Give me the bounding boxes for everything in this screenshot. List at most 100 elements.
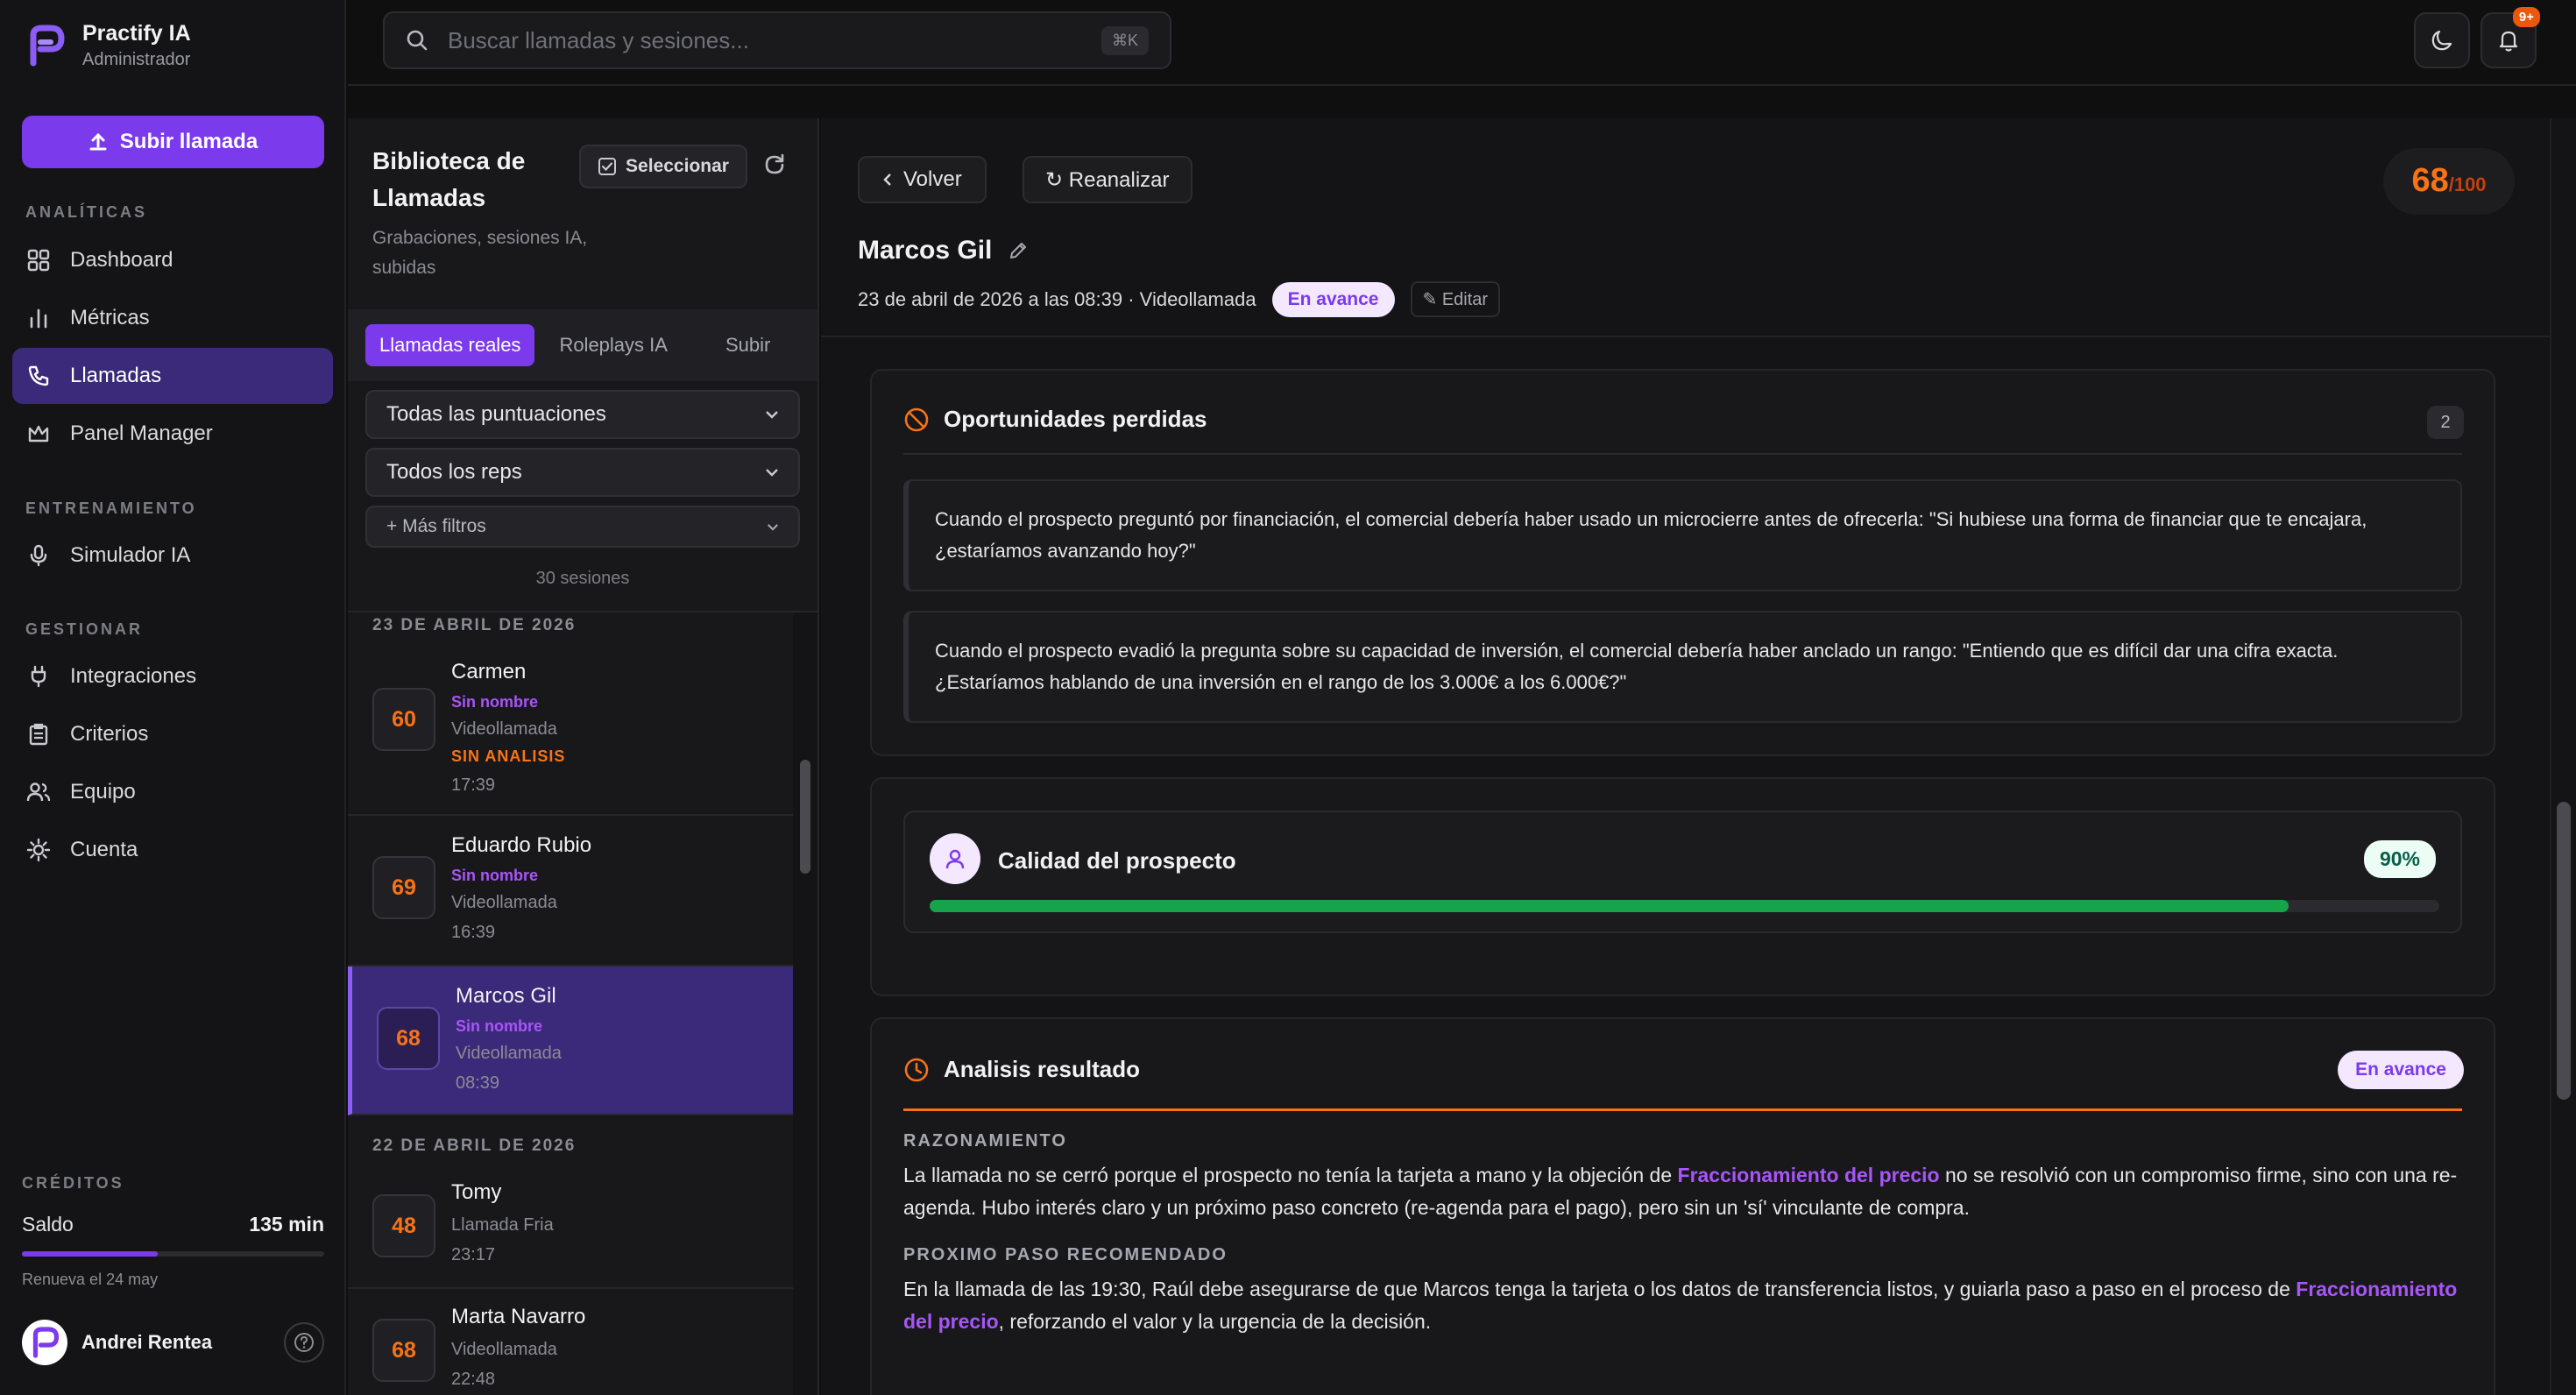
sidebar-item-account[interactable]: Cuenta (12, 822, 333, 878)
theme-toggle-button[interactable] (2414, 12, 2470, 68)
call-detail: Volver ↻ Reanalizar 68 /100 Marcos Gil 2… (821, 118, 2576, 1395)
detail-header: Volver ↻ Reanalizar 68 /100 Marcos Gil 2… (821, 118, 2550, 337)
credits-label: CRÉDITOS (22, 1174, 124, 1192)
call-tag: Sin nombre (456, 1017, 543, 1035)
score-value: 68 (2411, 162, 2449, 199)
sidebar-item-label: Llamadas (70, 364, 162, 387)
card-title: Analisis resultado (903, 1056, 1140, 1083)
sidebar-item-integrations[interactable]: Integraciones (12, 648, 333, 705)
sidebar-item-panel-manager[interactable]: Panel Manager (12, 406, 333, 462)
sidebar-item-dashboard[interactable]: Dashboard (12, 232, 333, 288)
sidebar-item-team[interactable]: Equipo (12, 764, 333, 820)
library-tabs: Llamadas reales Roleplays IA Subir (348, 309, 817, 381)
upload-call-label: Subir llamada (119, 130, 258, 153)
prospect-quality-card: Calidad del prospecto 90% (870, 777, 2495, 996)
bar-chart-icon (26, 306, 51, 330)
tab-upload[interactable]: Subir (711, 324, 784, 366)
call-name: Tomy (451, 1180, 502, 1204)
help-button[interactable] (284, 1322, 324, 1363)
rep-filter-value: Todos los reps (386, 460, 522, 484)
practify-logo-icon (26, 25, 65, 67)
user-menu[interactable]: Andrei Rentea (22, 1320, 324, 1365)
refresh-button[interactable] (761, 152, 788, 178)
refresh-icon (761, 152, 788, 178)
reanalyze-button[interactable]: ↻ Reanalizar (1023, 156, 1192, 203)
call-tag: Sin nombre (451, 693, 539, 711)
list-item-selected[interactable]: 68 Marcos Gil Sin nombre Videollamada 08… (348, 967, 793, 1115)
sidebar-item-label: Criterios (70, 722, 149, 746)
next-step-text-part: En la llamada de las 19:30, Raúl debe as… (903, 1278, 2296, 1300)
list-item[interactable]: 60 Carmen Sin nombre Videollamada SIN AN… (348, 644, 793, 816)
list-item[interactable]: 69 Eduardo Rubio Sin nombre Videollamada… (348, 816, 793, 967)
call-list-scrollbar[interactable] (793, 613, 817, 1395)
call-tag: Sin nombre (451, 867, 539, 884)
renewal-note: Renueva el 24 may (22, 1271, 159, 1288)
sidebar-item-label: Equipo (70, 780, 136, 804)
date-group-header: 22 DE ABRIL DE 2026 (372, 1137, 577, 1155)
reanalyze-label: ↻ Reanalizar (1045, 167, 1170, 192)
brand[interactable]: Practify IA Administrador (26, 21, 191, 70)
call-title: Marcos Gil (858, 236, 1029, 266)
edit-status-button[interactable]: ✎ Editar (1410, 281, 1501, 317)
call-name: Eduardo Rubio (451, 833, 592, 857)
reasoning-label: RAZONAMIENTO (903, 1131, 1067, 1151)
score-filter-value: Todas las puntuaciones (386, 402, 606, 426)
back-button[interactable]: Volver (858, 156, 987, 203)
sidebar-item-label: Métricas (70, 306, 150, 329)
gear-icon (26, 838, 51, 862)
sidebar-item-metrics[interactable]: Métricas (12, 290, 333, 346)
tab-real-calls[interactable]: Llamadas reales (365, 324, 535, 366)
nav-section-training: ENTRENAMIENTO (25, 499, 197, 517)
bell-icon (2496, 28, 2521, 53)
sidebar-item-label: Simulador IA (70, 543, 191, 567)
user-icon (930, 833, 980, 884)
date-group-header: 23 DE ABRIL DE 2026 (372, 616, 577, 634)
users-icon (26, 780, 51, 804)
upload-call-button[interactable]: Subir llamada (22, 116, 324, 168)
more-filters-toggle[interactable]: + Más filtros (365, 506, 800, 548)
balance-label: Saldo (22, 1213, 74, 1236)
next-step-text-part: , reforzando el valor y la urgencia de l… (998, 1310, 1432, 1333)
microphone-icon (26, 543, 51, 568)
contact-name: Marcos Gil (858, 236, 993, 265)
sidebar-item-criteria[interactable]: Criterios (12, 706, 333, 762)
sidebar-item-calls[interactable]: Llamadas (12, 348, 333, 404)
list-item[interactable]: 68 Marta Navarro Videollamada 22:48 (348, 1289, 793, 1395)
rep-filter-select[interactable]: Todos los reps (365, 448, 800, 497)
quality-title: Calidad del prospecto (998, 847, 1236, 874)
sidebar-item-label: Cuenta (70, 838, 138, 861)
chevron-down-icon (765, 468, 779, 477)
call-name: Marta Navarro (451, 1305, 586, 1328)
chevron-down-icon (767, 523, 779, 531)
pencil-icon[interactable] (1008, 240, 1029, 261)
sessions-count: 30 sesiones (535, 569, 630, 588)
call-list-scroll-thumb[interactable] (800, 760, 810, 874)
library-title: Biblioteca de Llamadas (372, 147, 526, 211)
back-label: Volver (903, 167, 962, 191)
tab-ai-roleplays[interactable]: Roleplays IA (545, 324, 682, 366)
card-title: Oportunidades perdidas (903, 406, 1207, 433)
call-score: 68 (372, 1319, 435, 1382)
sidebar-item-simulator[interactable]: Simulador IA (12, 528, 333, 584)
plug-icon (26, 664, 51, 689)
quality-progress (930, 900, 2439, 912)
notifications-button[interactable]: 9+ (2480, 7, 2540, 68)
select-button[interactable]: Seleccionar (579, 145, 747, 188)
select-label: Seleccionar (626, 156, 729, 176)
no-entry-icon (903, 407, 930, 433)
page-scrollbar[interactable] (2550, 118, 2576, 1395)
objection-link[interactable]: Fraccionamiento del precio (1678, 1164, 1940, 1186)
missed-opportunity-item: Cuando el prospecto evadió la pregunta s… (903, 611, 2462, 723)
score-filter-select[interactable]: Todas las puntuaciones (365, 390, 800, 439)
balance-row: Saldo 135 min (22, 1213, 324, 1236)
call-score: 60 (372, 688, 435, 751)
list-item[interactable]: 48 Tomy Llamada Fria 23:17 (348, 1165, 793, 1289)
sidebar-item-label: Panel Manager (70, 421, 213, 445)
app-name: Practify IA (82, 21, 191, 46)
search-input[interactable] (446, 25, 1084, 55)
page-scroll-thumb[interactable] (2557, 802, 2571, 1100)
credits-progress-fill (22, 1251, 159, 1257)
sidebar-item-label: Integraciones (70, 664, 197, 688)
search-bar[interactable]: ⌘K (383, 11, 1171, 69)
topbar: ⌘K 9+ (348, 0, 2576, 86)
